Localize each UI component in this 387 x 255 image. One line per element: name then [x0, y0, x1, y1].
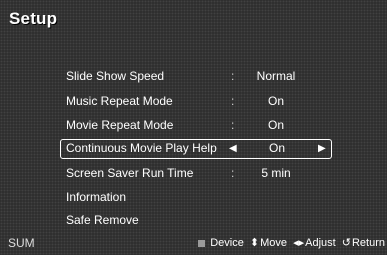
menu-item-label: Screen Saver Run Time	[66, 166, 194, 180]
device-icon	[198, 239, 206, 247]
arrow-right-icon[interactable]: ▶	[318, 140, 326, 157]
footer-help-bar: Device ⬍Move ◂▸Adjust ↺Return	[195, 236, 385, 249]
return-label: Return	[351, 237, 385, 249]
menu-separator: :	[231, 118, 235, 132]
setup-screen: Setup Slide Show Speed : Normal Music Re…	[0, 0, 387, 255]
menu-item-information[interactable]: Information	[60, 187, 332, 207]
arrow-left-icon[interactable]: ◀	[229, 140, 237, 157]
menu-item-label: Continuous Movie Play Help	[66, 141, 217, 155]
menu-item-continuous-movie-play-help[interactable]: Continuous Movie Play Help ◀ On ▶	[60, 139, 332, 159]
device-label: Device	[210, 237, 244, 249]
menu-item-music-repeat-mode[interactable]: Music Repeat Mode : On	[60, 91, 332, 111]
menu-item-label: Slide Show Speed	[66, 69, 165, 83]
menu-item-value: On	[268, 141, 285, 155]
menu-item-value: On	[267, 94, 284, 108]
menu-item-value: On	[267, 118, 284, 132]
menu-item-label: Information	[66, 190, 127, 204]
menu-item-movie-repeat-mode[interactable]: Movie Repeat Mode : On	[60, 115, 332, 135]
source-label: SUM	[8, 236, 35, 250]
menu-separator: :	[231, 69, 235, 83]
menu-item-value: 5 min	[261, 166, 291, 180]
menu-item-label: Safe Remove	[66, 213, 139, 227]
menu-item-slide-show-speed[interactable]: Slide Show Speed : Normal	[60, 66, 332, 86]
menu-item-value: Normal	[256, 69, 296, 83]
menu-item-safe-remove[interactable]: Safe Remove	[60, 210, 332, 230]
page-title: Setup	[9, 9, 58, 28]
move-icon: ⬍	[249, 237, 260, 249]
menu-item-screen-saver-run-time[interactable]: Screen Saver Run Time : 5 min	[60, 163, 332, 183]
return-icon: ↺	[341, 237, 351, 249]
menu-separator: :	[231, 94, 235, 108]
adjust-icon: ◂▸	[293, 237, 305, 249]
menu-item-label: Music Repeat Mode	[66, 94, 173, 108]
menu-item-label: Movie Repeat Mode	[66, 118, 174, 132]
menu-separator: :	[231, 166, 235, 180]
adjust-label: Adjust	[305, 237, 336, 249]
move-label: Move	[260, 237, 287, 249]
